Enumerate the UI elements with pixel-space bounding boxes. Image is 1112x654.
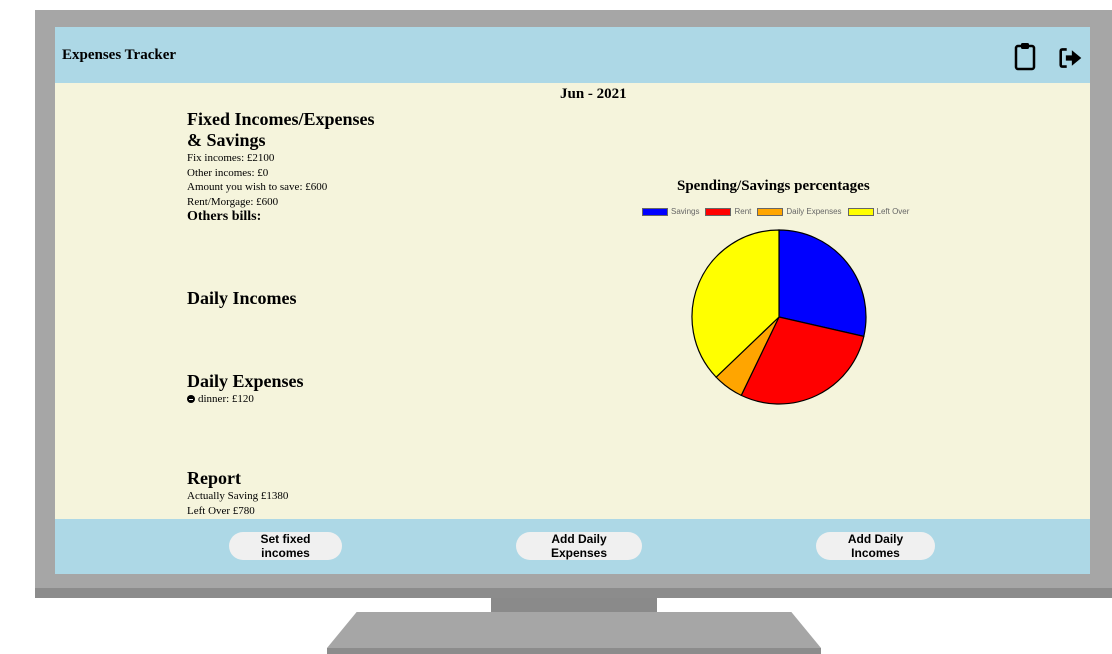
report-title: Report	[187, 468, 241, 488]
add-daily-incomes-button[interactable]: Add Daily Incomes	[816, 532, 935, 560]
legend-swatch	[847, 207, 874, 216]
legend-label: Savings	[671, 207, 700, 216]
legend-swatch	[642, 207, 668, 216]
sign-out-icon[interactable]	[1059, 43, 1083, 73]
app-screen: Expenses Tracker Jun - 2021 Fixed Income…	[55, 27, 1090, 574]
legend-item-rent[interactable]: Rent	[705, 207, 751, 216]
app-title: Expenses Tracker	[62, 47, 177, 63]
daily-expenses-section: Daily Expenses dinner: £120	[187, 371, 304, 406]
monitor-stand-base-shadow	[327, 648, 821, 654]
fix-incomes-text: Fix incomes: £2100	[187, 152, 275, 164]
legend-item-daily-expenses[interactable]: Daily Expenses	[757, 207, 842, 216]
wish-save-text: Amount you wish to save: £600	[187, 181, 328, 193]
fixed-section: Fixed Incomes/Expenses & Savings Fix inc…	[187, 109, 447, 224]
daily-incomes-section: Daily Incomes	[187, 288, 297, 309]
set-fixed-incomes-button[interactable]: Set fixed incomes	[229, 532, 342, 560]
legend-swatch	[757, 207, 784, 216]
rent-text: Rent/Morgage: £600	[187, 195, 279, 208]
expense-item-label: dinner: £120	[198, 393, 254, 405]
legend-label: Rent	[734, 207, 752, 216]
report-left-over: Left Over £780	[187, 504, 255, 517]
add-daily-expenses-button[interactable]: Add Daily Expenses	[516, 532, 642, 560]
fixed-section-title-line2: & Savings	[187, 130, 266, 150]
app-header: Expenses Tracker	[55, 27, 1090, 83]
clipboard-icon[interactable]	[1013, 41, 1037, 71]
legend-label: Daily Expenses	[786, 207, 842, 216]
fixed-section-title-line1: Fixed Incomes/Expenses	[187, 109, 375, 129]
expense-item: dinner: £120	[187, 392, 304, 406]
pie-chart	[691, 229, 867, 405]
daily-expenses-title: Daily Expenses	[187, 371, 304, 391]
legend-swatch	[705, 207, 732, 216]
others-bills-heading: Others bills:	[187, 209, 262, 224]
minus-circle-icon[interactable]	[187, 395, 195, 403]
chart-legend: Savings Rent Daily Expenses Left Over	[642, 207, 915, 216]
daily-incomes-title: Daily Incomes	[187, 288, 297, 308]
legend-item-left-over[interactable]: Left Over	[847, 207, 910, 216]
legend-item-savings[interactable]: Savings	[642, 207, 699, 216]
chart-title: Spending/Savings percentages	[677, 178, 870, 194]
report-saving: Actually Saving £1380	[187, 490, 289, 502]
monitor-bezel-bottom	[35, 588, 1112, 598]
app-footer: Set fixed incomes Add Daily Expenses Add…	[55, 519, 1090, 574]
other-incomes-text: Other incomes: £0	[187, 166, 269, 179]
legend-label: Left Over	[876, 207, 910, 216]
monitor-stand-base	[327, 612, 821, 648]
report-section: Report Actually Saving £1380 Left Over £…	[187, 468, 288, 518]
month-label: Jun - 2021	[560, 86, 627, 102]
